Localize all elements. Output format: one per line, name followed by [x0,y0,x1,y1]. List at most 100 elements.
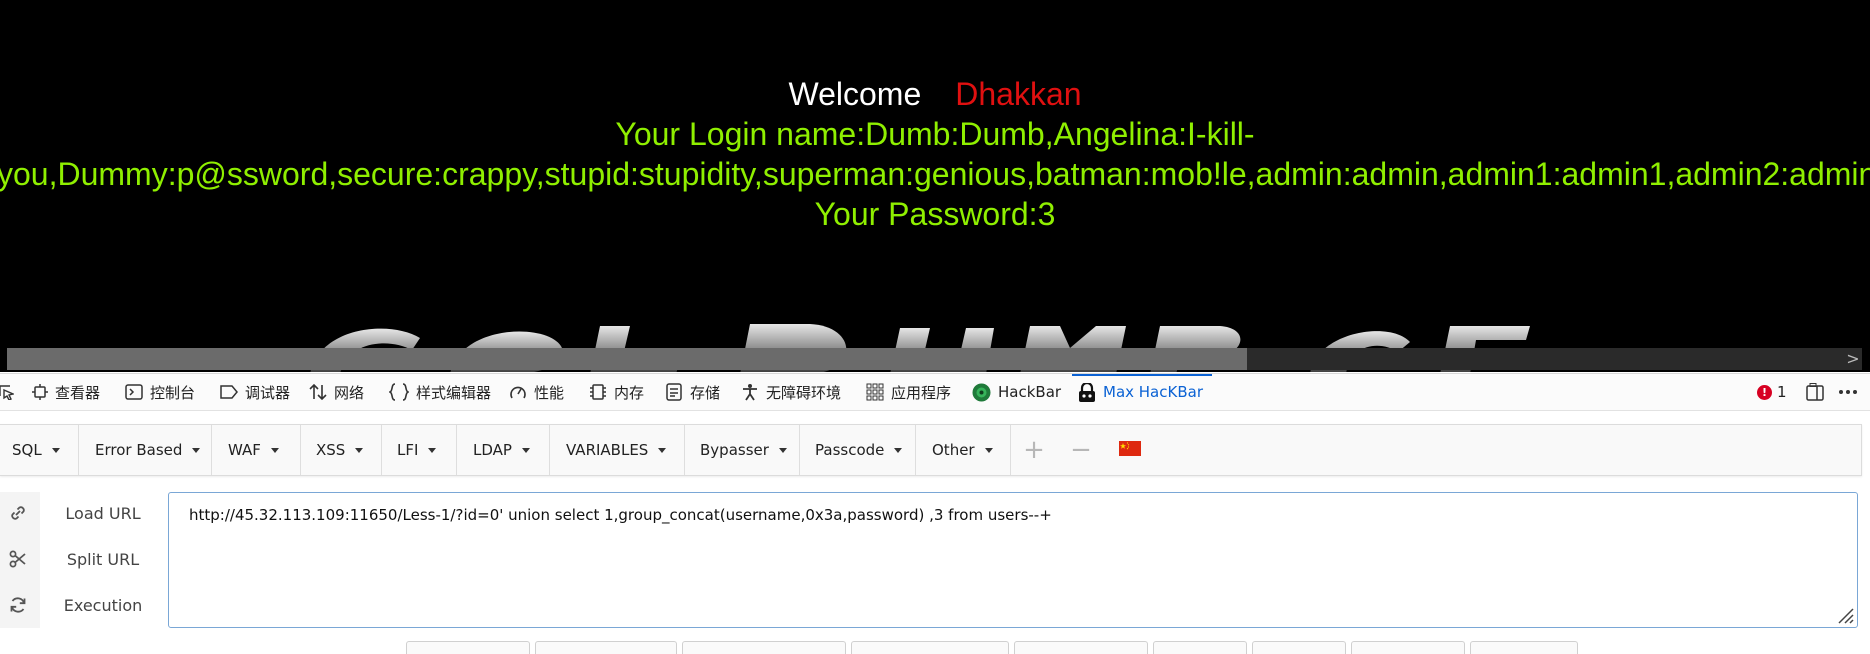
tab-performance-label: 性能 [534,383,565,402]
remove-button[interactable]: − [1069,425,1093,475]
password-line: Your Password:3 [814,196,1056,232]
china-flag-icon[interactable] [1119,441,1141,456]
menu-bypasser[interactable]: Bypasser [700,425,787,475]
active-tab-indicator [1072,374,1212,376]
bottom-button[interactable] [535,641,677,654]
split-url-button[interactable]: Split URL [0,539,170,579]
hackbar-icon [972,383,991,401]
divider [1010,425,1011,475]
bottom-button[interactable] [1470,641,1578,654]
more-options-button[interactable] [1838,374,1865,410]
tab-debugger[interactable]: 调试器 [220,374,290,410]
dock-side-button[interactable] [1806,374,1831,410]
credentials-line: you,Dummy:p@ssword,secure:crappy,stupid:… [0,156,1870,192]
dock-side-icon [1806,383,1824,401]
tab-accessibility[interactable]: 无障碍环境 [741,374,841,410]
tab-storage[interactable]: 存储 [665,374,720,410]
error-icon: ! [1757,384,1772,400]
divider [456,425,457,475]
bottom-button[interactable] [1351,641,1465,654]
bottom-button[interactable] [682,641,846,654]
element-picker-icon [0,385,14,400]
bottom-button[interactable] [851,641,1009,654]
menu-error-based-label: Error Based [95,441,183,459]
load-url-button[interactable]: Load URL [0,493,170,533]
menu-passcode[interactable]: Passcode [815,425,903,475]
chevron-down-icon [894,447,903,453]
menu-passcode-label: Passcode [815,441,885,459]
tab-max-hackbar[interactable]: Max HacKBar [1078,374,1203,410]
execution-button[interactable]: Execution [0,585,170,625]
tab-style-editor-label: 样式编辑器 [416,383,492,402]
split-url-label: Split URL [66,549,140,569]
scissors-icon [9,550,26,568]
tab-memory-label: 内存 [614,383,645,402]
application-icon [866,383,884,401]
login-name-line: Your Login name:Dumb:Dumb,Angelina:I-kil… [615,116,1255,152]
bottom-button[interactable] [1014,641,1148,654]
scroll-right-arrow-icon[interactable]: > [1844,348,1862,370]
tab-network-label: 网络 [334,383,365,402]
menu-variables[interactable]: VARIABLES [566,425,667,475]
hackbar-menu-toolbar: SQL Error Based WAF XSS LFI LDAP VARIABL… [0,424,1862,476]
menu-other[interactable]: Other [932,425,993,475]
tab-max-hackbar-label: Max HacKBar [1103,383,1203,401]
menu-xss-label: XSS [316,441,346,459]
refresh-icon [10,597,26,613]
menu-sql[interactable]: SQL [12,425,60,475]
divider [381,425,382,475]
chevron-down-icon [658,447,667,453]
tab-application-label: 应用程序 [891,383,952,402]
chevron-down-icon [428,447,437,453]
tab-console[interactable]: 控制台 [125,374,195,410]
bottom-button[interactable] [1153,641,1247,654]
execution-label: Execution [63,595,143,615]
error-count: 1 [1777,383,1787,401]
menu-ldap[interactable]: LDAP [473,425,530,475]
tab-network[interactable]: 网络 [309,374,364,410]
welcome-line: Welcome Dhakkan [0,74,1870,114]
menu-other-label: Other [932,441,975,459]
tab-memory[interactable]: 内存 [589,374,644,410]
menu-ldap-label: LDAP [473,441,512,459]
link-icon [11,506,25,520]
bottom-button[interactable] [406,641,530,654]
menu-variables-label: VARIABLES [566,441,649,459]
chevron-down-icon [270,447,279,453]
menu-waf-label: WAF [228,441,261,459]
chevron-down-icon [51,447,60,453]
divider [78,425,79,475]
add-button[interactable]: + [1022,425,1046,475]
menu-bypasser-label: Bypasser [700,441,769,459]
chevron-down-icon [521,447,530,453]
horizontal-scrollbar[interactable]: > [7,348,1862,370]
accessibility-icon [743,384,757,401]
menu-lfi[interactable]: LFI [397,425,437,475]
network-icon [309,383,327,401]
url-textarea[interactable]: http://45.32.113.109:11650/Less-1/?id=0'… [168,492,1858,628]
menu-sql-label: SQL [12,441,42,459]
menu-lfi-label: LFI [397,441,419,459]
welcome-word: Welcome [788,76,922,112]
tab-style-editor[interactable]: 样式编辑器 [389,374,491,410]
tab-inspector[interactable]: 查看器 [32,374,100,410]
tab-inspector-label: 查看器 [55,383,101,402]
resize-grip-icon[interactable] [1835,605,1855,625]
divider [799,425,800,475]
menu-xss[interactable]: XSS [316,425,364,475]
divider [211,425,212,475]
max-hackbar-icon [1079,382,1095,402]
tab-performance[interactable]: 性能 [509,374,564,410]
bottom-button[interactable] [1252,641,1346,654]
element-picker-button[interactable] [0,374,21,410]
menu-error-based[interactable]: Error Based [95,425,201,475]
divider [300,425,301,475]
devtools-toolbar: 查看器 控制台 调试器 网络 样式编辑器 性能 内存 存储 无障碍环境 应用程序… [0,373,1870,411]
debugger-icon [220,385,238,399]
menu-waf[interactable]: WAF [228,425,279,475]
tab-hackbar[interactable]: HackBar [972,374,1061,410]
tab-debugger-label: 调试器 [245,383,291,402]
scrollbar-thumb[interactable] [7,348,1247,370]
tab-application[interactable]: 应用程序 [866,374,951,410]
error-count-badge[interactable]: ! 1 [1757,374,1787,410]
